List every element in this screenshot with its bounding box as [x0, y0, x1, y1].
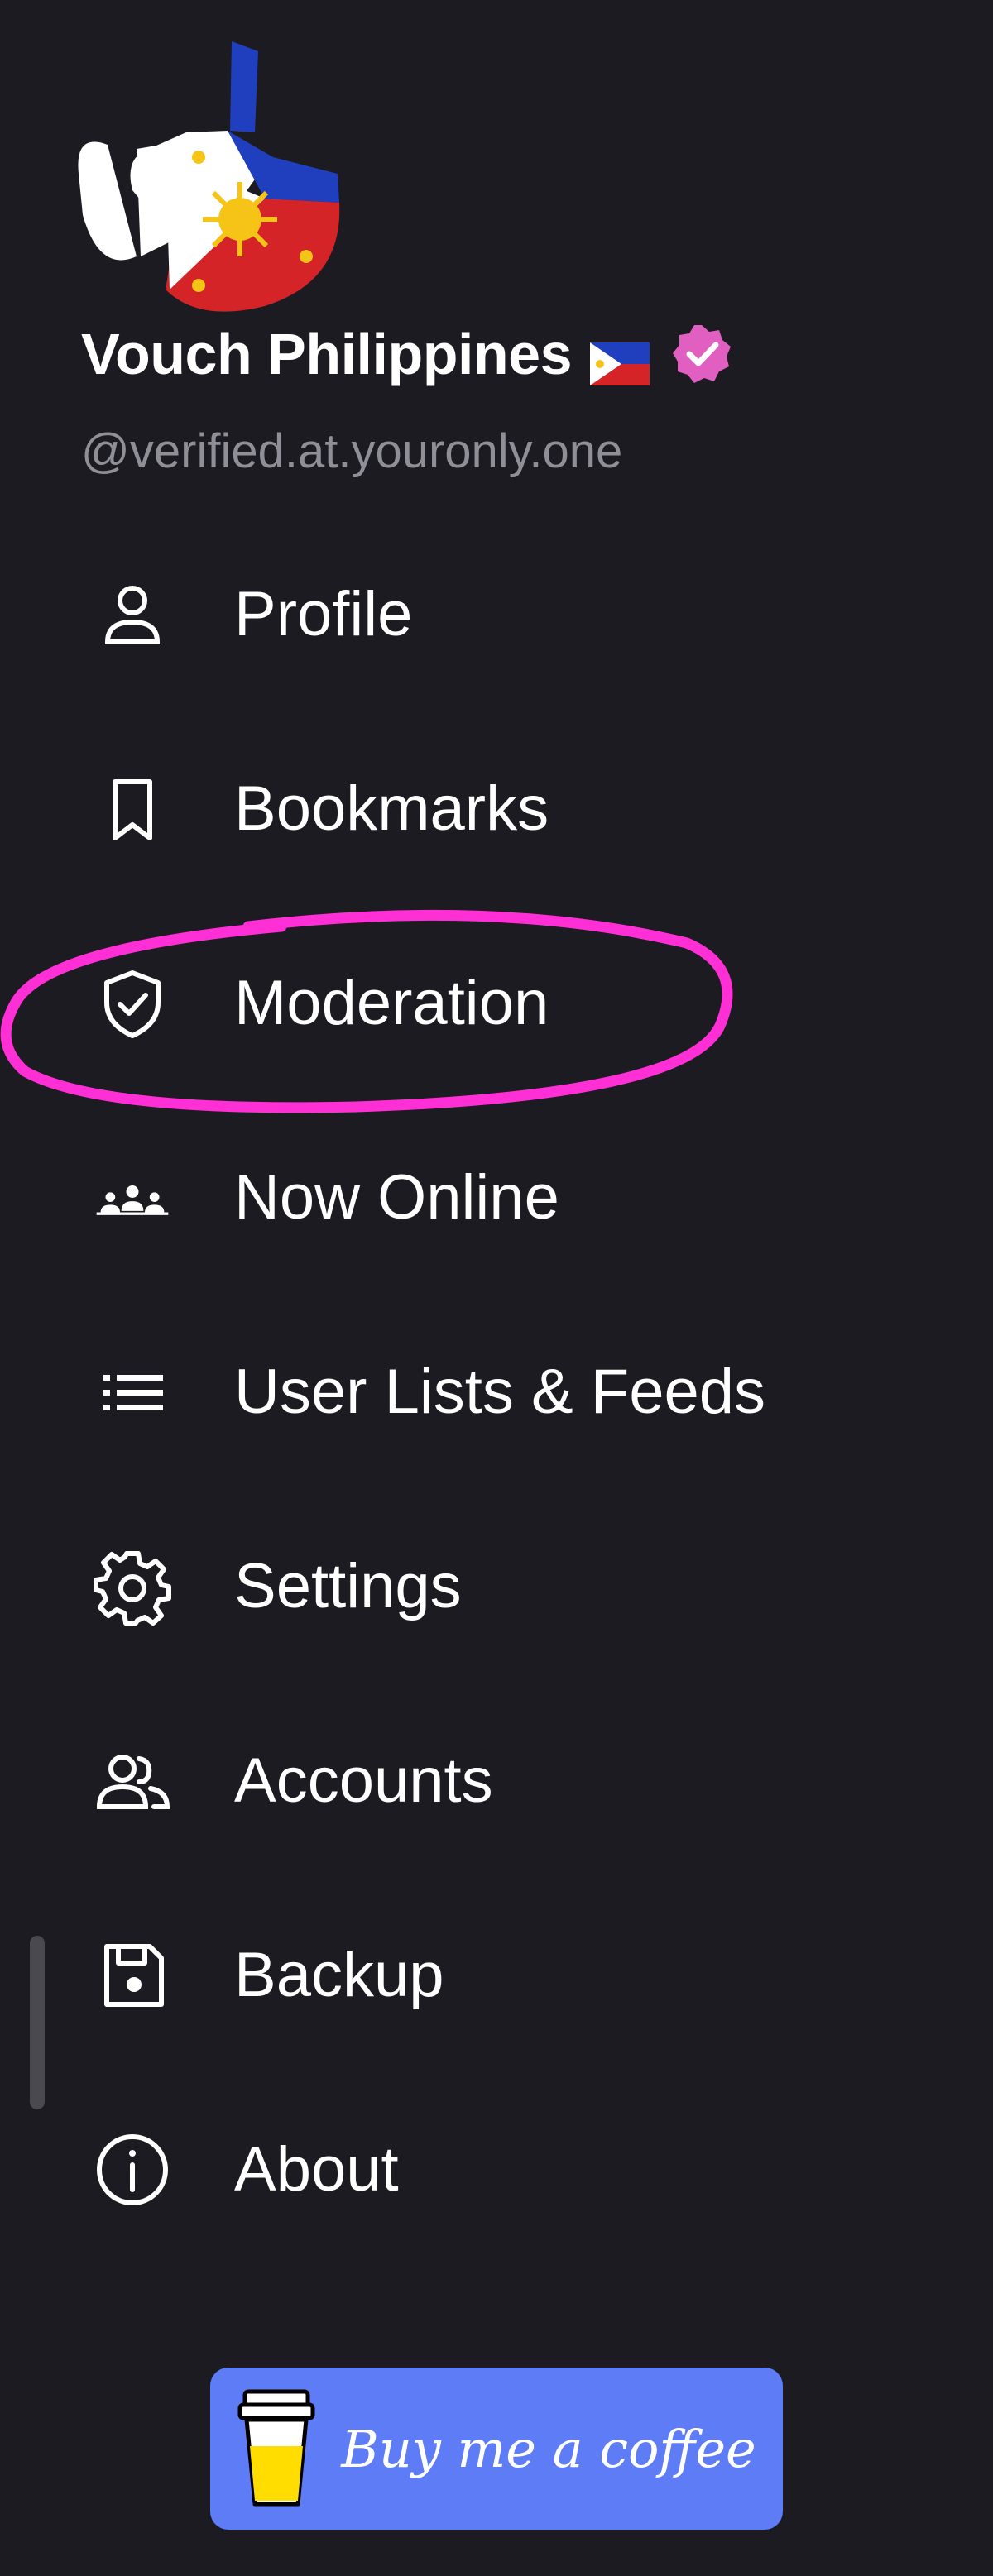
user-handle: @verified.at.youronly.one [81, 424, 623, 478]
menu-item-settings[interactable]: Settings [0, 1489, 993, 1683]
buy-me-a-coffee-button[interactable]: Buy me a coffee [210, 2368, 783, 2530]
scrollbar-thumb[interactable] [30, 1936, 45, 2109]
verified-badge-icon [671, 323, 732, 385]
menu-item-label: Backup [234, 1940, 444, 2010]
menu-item-moderation[interactable]: Moderation [0, 906, 993, 1100]
menu-item-accounts[interactable]: Accounts [0, 1683, 993, 1878]
gear-icon [91, 1545, 174, 1628]
list-icon [91, 1351, 174, 1434]
avatar[interactable] [74, 33, 348, 314]
person-icon [91, 573, 174, 656]
menu-item-label: Accounts [234, 1745, 493, 1816]
info-icon [91, 2128, 174, 2211]
drawer-menu: Profile Bookmarks Moderation Now Online … [0, 517, 993, 2267]
navigation-drawer: Vouch Philippines @verified.at.youronly.… [0, 0, 993, 2576]
menu-item-bookmarks[interactable]: Bookmarks [0, 711, 993, 906]
thumbs-up-flag-logo [78, 41, 340, 312]
menu-item-backup[interactable]: Backup [0, 1878, 993, 2072]
menu-item-about[interactable]: About [0, 2072, 993, 2267]
menu-item-label: User Lists & Feeds [234, 1357, 765, 1427]
menu-item-label: About [234, 2134, 399, 2205]
group-icon [91, 1156, 174, 1239]
menu-item-profile[interactable]: Profile [0, 517, 993, 711]
display-name: Vouch Philippines [81, 322, 573, 386]
menu-item-label: Bookmarks [234, 773, 549, 844]
accounts-icon [91, 1740, 174, 1822]
menu-item-label: Now Online [234, 1162, 559, 1233]
save-icon [91, 1934, 174, 2017]
menu-item-label: Settings [234, 1551, 462, 1621]
philippines-flag-icon [590, 333, 650, 385]
bookmark-icon [91, 768, 174, 850]
menu-item-user-lists-feeds[interactable]: User Lists & Feeds [0, 1295, 993, 1489]
menu-item-label: Profile [234, 579, 413, 649]
coffee-cup-icon [237, 2389, 315, 2507]
shield-check-icon [91, 962, 174, 1045]
display-name-row: Vouch Philippines [81, 321, 732, 387]
menu-item-now-online[interactable]: Now Online [0, 1100, 993, 1295]
buy-me-a-coffee-label: Buy me a coffee [341, 2418, 756, 2479]
menu-item-label: Moderation [234, 968, 549, 1038]
